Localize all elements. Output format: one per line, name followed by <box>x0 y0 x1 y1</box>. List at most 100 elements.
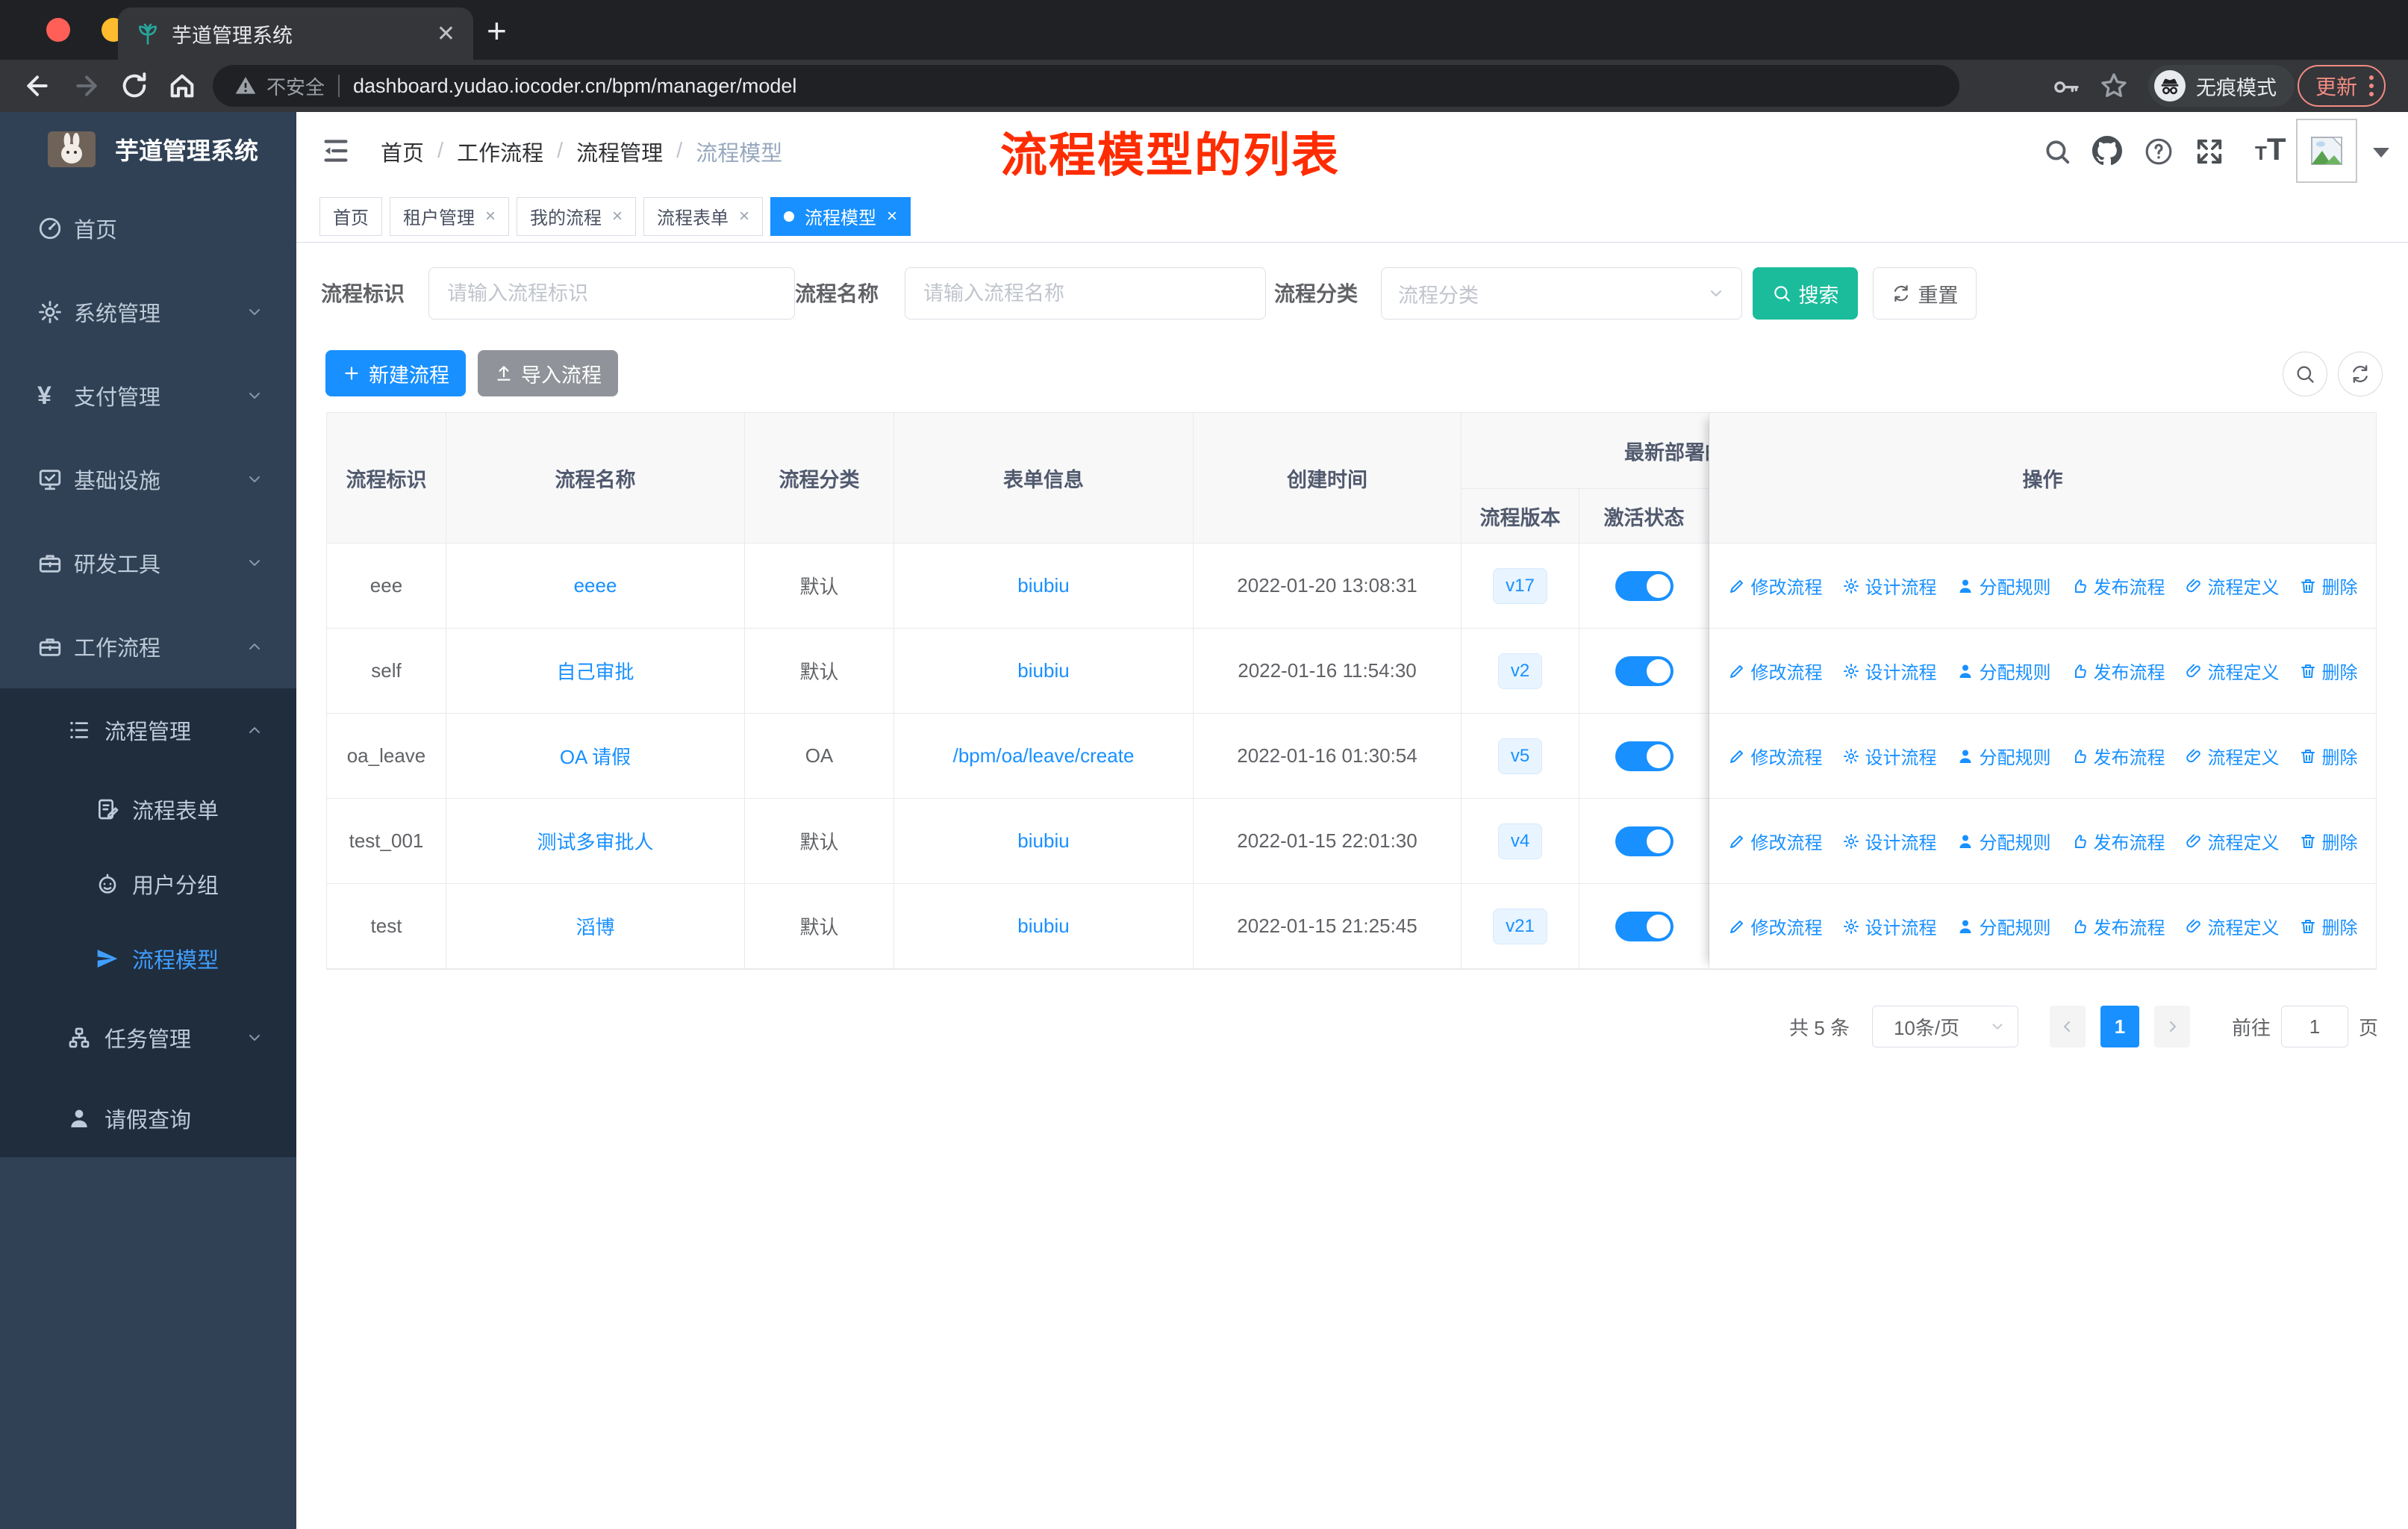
cell-name-link[interactable]: OA 请假 <box>446 714 745 799</box>
cell-name-link[interactable]: 滔博 <box>446 884 745 969</box>
edit-process-link[interactable]: 修改流程 <box>1728 913 1823 939</box>
search-button[interactable]: 搜索 <box>1753 267 1858 320</box>
close-icon[interactable]: × <box>485 206 496 227</box>
design-process-link[interactable]: 设计流程 <box>1842 913 1937 939</box>
process-definition-link[interactable]: 流程定义 <box>2185 828 2280 854</box>
design-process-link[interactable]: 设计流程 <box>1842 573 1937 599</box>
sidebar-item-devtools[interactable]: 研发工具 <box>0 521 296 605</box>
active-toggle[interactable] <box>1615 655 1674 686</box>
home-icon[interactable] <box>167 71 197 101</box>
search-icon[interactable] <box>2043 137 2071 166</box>
tag-home[interactable]: 首页 <box>319 196 382 236</box>
publish-process-link[interactable]: 发布流程 <box>2071 913 2165 939</box>
cell-form-link[interactable]: /bpm/oa/leave/create <box>894 714 1194 799</box>
active-toggle[interactable] <box>1615 826 1674 856</box>
assign-rule-link[interactable]: 分配规则 <box>1956 573 2051 599</box>
sidebar-item-system[interactable]: 系统管理 <box>0 270 296 354</box>
process-id-input[interactable] <box>428 267 795 320</box>
browser-update-menu[interactable]: 更新 <box>2298 65 2386 107</box>
version-tag[interactable]: v4 <box>1497 823 1543 859</box>
font-size-icon[interactable]: TT <box>2255 131 2286 167</box>
sidebar-item-infrastructure[interactable]: 基础设施 <box>0 437 296 521</box>
tab-close-icon[interactable]: ✕ <box>437 21 455 47</box>
version-tag[interactable]: v2 <box>1497 653 1543 689</box>
publish-process-link[interactable]: 发布流程 <box>2071 828 2165 854</box>
process-definition-link[interactable]: 流程定义 <box>2185 743 2280 769</box>
close-icon[interactable]: × <box>612 206 623 227</box>
close-icon[interactable]: × <box>887 206 897 227</box>
publish-process-link[interactable]: 发布流程 <box>2071 658 2165 684</box>
publish-process-link[interactable]: 发布流程 <box>2071 573 2165 599</box>
tag-process-form[interactable]: 流程表单 × <box>643 196 764 236</box>
fullscreen-icon[interactable] <box>2195 137 2224 166</box>
design-process-link[interactable]: 设计流程 <box>1842 743 1937 769</box>
bookmark-star-icon[interactable] <box>2099 71 2129 101</box>
github-icon[interactable] <box>2092 136 2122 166</box>
new-tab-button[interactable]: + <box>487 10 507 51</box>
process-name-input[interactable] <box>905 267 1266 320</box>
toggle-search-button[interactable] <box>2283 352 2327 396</box>
sidebar-item-payment[interactable]: ¥ 支付管理 <box>0 354 296 437</box>
close-icon[interactable]: × <box>739 206 749 227</box>
design-process-link[interactable]: 设计流程 <box>1842 828 1937 854</box>
version-tag[interactable]: v17 <box>1493 567 1547 604</box>
delete-link[interactable]: 删除 <box>2299 913 2358 939</box>
forward-icon[interactable] <box>72 71 102 101</box>
edit-process-link[interactable]: 修改流程 <box>1728 828 1823 854</box>
cell-form-link[interactable]: biubiu <box>894 544 1194 629</box>
delete-link[interactable]: 删除 <box>2299 658 2358 684</box>
sidebar-item-process-mgmt[interactable]: 流程管理 <box>0 688 296 772</box>
sidebar-fold-icon[interactable] <box>319 134 353 168</box>
prev-page-button[interactable] <box>2049 1006 2086 1047</box>
category-select[interactable]: 流程分类 <box>1381 267 1742 320</box>
refresh-table-button[interactable] <box>2338 352 2383 396</box>
breadcrumb-process-mgmt[interactable]: 流程管理 <box>576 136 663 167</box>
avatar-caret-icon[interactable] <box>2373 148 2389 158</box>
delete-link[interactable]: 删除 <box>2299 573 2358 599</box>
assign-rule-link[interactable]: 分配规则 <box>1956 913 2051 939</box>
assign-rule-link[interactable]: 分配规则 <box>1956 658 2051 684</box>
sidebar-item-task-mgmt[interactable]: 任务管理 <box>0 996 296 1080</box>
browser-tab[interactable]: 芋道管理系统 ✕ <box>118 7 473 60</box>
incognito-badge[interactable]: 无痕模式 <box>2148 65 2295 107</box>
edit-process-link[interactable]: 修改流程 <box>1728 658 1823 684</box>
assign-rule-link[interactable]: 分配规则 <box>1956 828 2051 854</box>
delete-link[interactable]: 删除 <box>2299 828 2358 854</box>
goto-page-input[interactable] <box>2280 1006 2348 1047</box>
back-icon[interactable] <box>22 71 52 101</box>
delete-link[interactable]: 删除 <box>2299 743 2358 769</box>
window-close-button[interactable] <box>46 18 70 42</box>
process-definition-link[interactable]: 流程定义 <box>2185 573 2280 599</box>
address-bar[interactable]: 不安全 dashboard.yudao.iocoder.cn/bpm/manag… <box>213 65 1959 107</box>
page-number-current[interactable]: 1 <box>2100 1006 2139 1047</box>
edit-process-link[interactable]: 修改流程 <box>1728 573 1823 599</box>
active-toggle[interactable] <box>1615 911 1674 941</box>
publish-process-link[interactable]: 发布流程 <box>2071 743 2165 769</box>
version-tag[interactable]: v5 <box>1497 738 1543 774</box>
help-icon[interactable] <box>2145 137 2173 166</box>
cell-form-link[interactable]: biubiu <box>894 884 1194 969</box>
import-process-button[interactable]: 导入流程 <box>478 350 618 396</box>
sidebar-item-home[interactable]: 首页 <box>0 187 296 270</box>
process-definition-link[interactable]: 流程定义 <box>2185 913 2280 939</box>
cell-name-link[interactable]: eeee <box>446 544 745 629</box>
tag-my-process[interactable]: 我的流程 × <box>517 196 637 236</box>
cell-form-link[interactable]: biubiu <box>894 629 1194 714</box>
assign-rule-link[interactable]: 分配规则 <box>1956 743 2051 769</box>
avatar[interactable] <box>2296 119 2357 183</box>
breadcrumb-workflow[interactable]: 工作流程 <box>457 136 543 167</box>
edit-process-link[interactable]: 修改流程 <box>1728 743 1823 769</box>
tag-process-model[interactable]: 流程模型 × <box>770 196 911 236</box>
sidebar-logo[interactable]: 芋道管理系统 <box>0 112 296 187</box>
cell-name-link[interactable]: 测试多审批人 <box>446 799 745 884</box>
process-definition-link[interactable]: 流程定义 <box>2185 658 2280 684</box>
design-process-link[interactable]: 设计流程 <box>1842 658 1937 684</box>
sidebar-item-workflow[interactable]: 工作流程 <box>0 605 296 688</box>
next-page-button[interactable] <box>2153 1006 2190 1047</box>
tag-tenant[interactable]: 租户管理 × <box>390 196 510 236</box>
reload-icon[interactable] <box>119 71 149 101</box>
active-toggle[interactable] <box>1615 570 1674 601</box>
sidebar-item-leave-query[interactable]: 请假查询 <box>0 1080 296 1157</box>
sidebar-item-process-model[interactable]: 流程模型 <box>0 921 296 996</box>
page-size-select[interactable]: 10条/页 <box>1871 1006 2018 1047</box>
